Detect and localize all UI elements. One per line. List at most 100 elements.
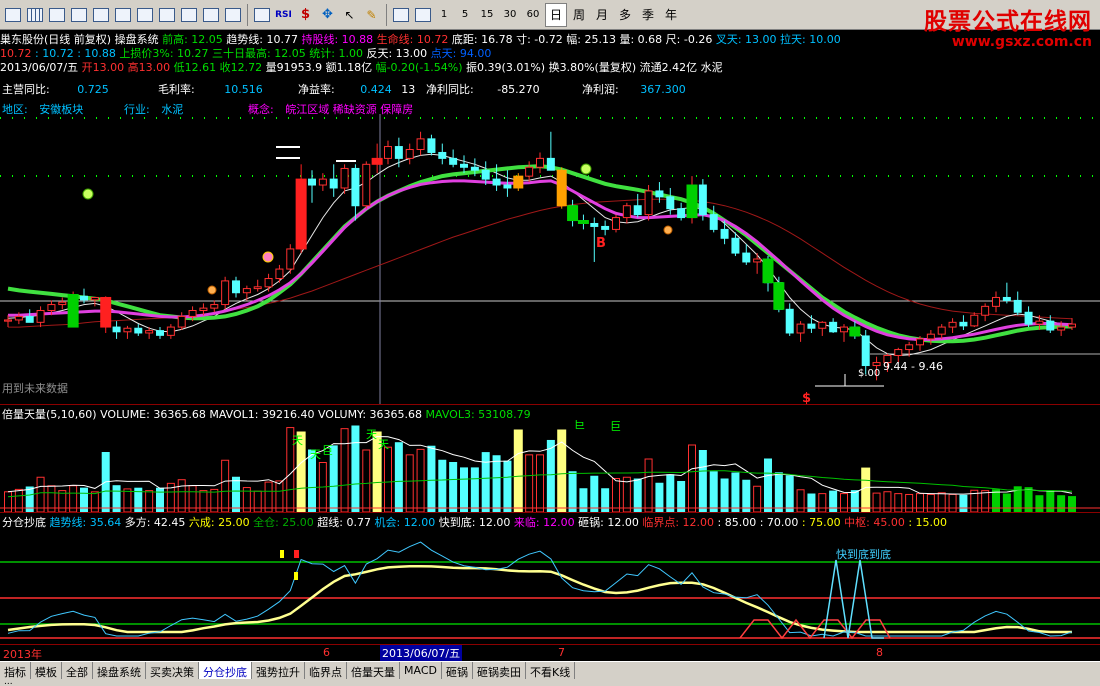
money-icon[interactable]: $ [295,3,316,27]
stats-icon[interactable] [412,3,433,27]
indicator-value-segment: 尺: -0.26 [662,33,713,46]
volume-bar [764,458,772,512]
rsi-icon[interactable]: RSI [273,3,294,27]
tab-9[interactable]: MACD [400,662,442,680]
line-chart-icon[interactable] [46,3,67,27]
candle-body-strong-down [567,205,579,222]
fs-icon[interactable] [390,3,411,27]
site-logo: 股票公式在线网 www.gsxz.com.cn [924,2,1092,50]
candle-body [210,304,219,309]
candle-body [340,167,349,189]
fundamental-roe: 净益率: 0.424 13 [298,81,415,97]
draw-pen-icon[interactable]: ✎ [361,3,382,27]
period-month-button[interactable]: 月 [591,3,613,27]
candle-body [25,315,34,323]
quote-segment: 开13.00 [78,61,125,74]
tab-5[interactable]: 分仓抄底 [199,662,252,680]
candle-body [536,157,544,168]
tab-8[interactable]: 倍量天量 [347,662,400,680]
grid-icon[interactable] [24,3,45,27]
indicator-value-segment: 量: 0.68 [615,33,663,46]
text-icon[interactable] [90,3,111,27]
tab-3[interactable]: 操盘系统 [93,662,146,680]
tab-1[interactable]: 模板 [31,662,62,680]
quote-segment: 振0.39(3.01%) [462,61,546,74]
fund-label: 净利同比: [426,83,474,96]
apple-signal-icon [580,163,592,175]
volume-bar [785,475,794,512]
quote-segment: 低12.61 [170,61,217,74]
volume-bar [883,491,892,512]
table-icon[interactable] [156,3,177,27]
volume-bar [774,472,783,512]
cursor-icon[interactable]: ↖ [339,3,360,27]
candle-body [112,326,121,333]
candle-body [916,338,924,346]
tab-12[interactable]: 不看K线 [526,662,576,680]
volume-bar [633,478,642,512]
tab-11[interactable]: 砸锅卖田 [473,662,526,680]
period-1-button[interactable]: 1 [434,3,454,27]
period-day-button[interactable]: 日 [545,2,567,27]
period-multi-button[interactable]: 多 [614,3,636,27]
fin-icon[interactable] [112,3,133,27]
hand-signal-icon [663,225,673,235]
candle-body [188,309,197,317]
candle-body [156,330,164,336]
volume-chart[interactable]: 天天 巨天天巨巨 [0,420,1100,512]
notes-icon[interactable] [200,3,221,27]
volume-bar [1068,496,1076,512]
f10-icon[interactable] [134,3,155,27]
volume-bar [698,450,707,512]
volume-signal-mark: 巨 [610,420,621,433]
ma-long-line [8,198,1073,328]
candle-body [807,323,816,329]
candle-body [1068,323,1076,328]
volume-bar [221,459,230,512]
period-year-button[interactable]: 年 [660,3,682,27]
tab-0[interactable]: 指标 [0,662,31,680]
wave-icon[interactable] [251,3,272,27]
oscillator-chart[interactable]: 快到底到底 [0,528,1100,644]
volume-bar [177,479,186,512]
quote-segment: 水泥 [697,61,723,74]
candle-body-strong-down [577,220,589,224]
period-5-button[interactable]: 5 [455,3,475,27]
indicator-value-segment: 寸: -0.72 [512,33,563,46]
tab-7[interactable]: 临界点 [305,662,347,680]
candle-body [1046,320,1055,331]
volume-bar [612,478,620,512]
volume-bar [1035,495,1044,512]
period-week-button[interactable]: 周 [568,3,590,27]
fundamental-main-yoy: 主营同比: 0.725 [2,81,109,97]
quote-segment: 额1.18亿 [322,61,373,74]
fiz-icon[interactable] [178,3,199,27]
calc-icon[interactable] [222,3,243,27]
period-15-button[interactable]: 15 [476,3,498,27]
tab-4[interactable]: 买卖决策 [146,662,199,680]
volume-bar [644,458,653,512]
candle-body-strong-down [773,282,785,310]
candle-body [622,205,631,219]
bar-chart-icon[interactable] [68,3,89,27]
date-axis: 2013年 6 2013/06/07/五 7 8 [0,644,1100,661]
candle-body [449,157,458,165]
sell-marker: $ [802,391,811,404]
candle-body [416,138,425,151]
tab-10[interactable]: 砸锅 [442,662,473,680]
period-60-button[interactable]: 60 [522,3,544,27]
candlestick-chart[interactable]: B 9.44 - 9.46 $.00 $ 用到未来数据 [0,114,1100,404]
tab-6[interactable]: 强势拉升 [252,662,305,680]
candle-body [612,217,620,230]
back-icon[interactable] [2,3,23,27]
volume-bar [123,488,132,512]
move-icon[interactable]: ✥ [317,3,338,27]
tab-2[interactable]: 全部 [62,662,93,680]
period-30-button[interactable]: 30 [499,3,521,27]
position-marker [294,550,299,558]
quote-line: 2013/06/07/五 开13.00 高13.00 低12.61 收12.72… [0,59,723,75]
candle-body [894,349,903,356]
candle-body [460,163,468,168]
period-season-button[interactable]: 季 [637,3,659,27]
candle-body [905,344,914,351]
